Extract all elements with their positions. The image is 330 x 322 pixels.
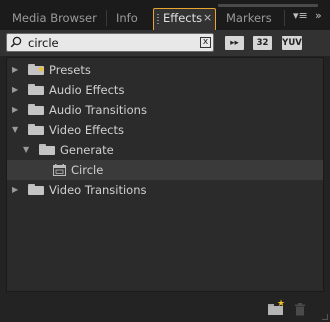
tree-item-label: Video Transitions (49, 183, 147, 197)
tree-item-video-transitions[interactable]: ▶ Video Transitions (7, 180, 323, 200)
tab-grip-icon[interactable] (157, 14, 159, 24)
clear-search-icon[interactable]: x (200, 37, 211, 48)
tab-media-browser[interactable]: Media Browser (12, 8, 97, 28)
tree-item-circle[interactable]: Circle (7, 160, 323, 180)
search-input[interactable] (28, 35, 198, 50)
tree-item-audio-transitions[interactable]: ▶ Audio Transitions (7, 100, 323, 120)
accelerated-effects-filter-button[interactable]: ▸▸ (225, 36, 244, 50)
collapse-arrow-icon[interactable]: ▼ (12, 120, 22, 140)
tree-item-label: Generate (60, 143, 114, 157)
folder-icon (28, 84, 44, 95)
search-toolbar: x ▸▸ 32 YUV (0, 30, 330, 56)
search-field[interactable]: x (6, 33, 214, 52)
tree-item-audio-effects[interactable]: ▶ Audio Effects (7, 80, 323, 100)
folder-icon (39, 144, 55, 155)
effect-icon (53, 164, 66, 176)
tab-markers[interactable]: Markers (226, 8, 272, 28)
tab-divider (284, 10, 285, 26)
folder-icon (28, 104, 44, 115)
expand-arrow-icon[interactable]: ▶ (12, 60, 22, 80)
tree-item-video-effects[interactable]: ▼ Video Effects (7, 120, 323, 140)
tab-scroll-indicator[interactable] (218, 4, 318, 7)
folder-icon (28, 184, 44, 195)
tab-effects[interactable]: Effects × (153, 8, 216, 30)
tab-info[interactable]: Info (116, 8, 138, 28)
panel-footer: ★ (0, 294, 330, 322)
tab-close-icon[interactable]: × (203, 11, 212, 24)
panel-menu-icon[interactable]: ▾≡ (293, 9, 313, 25)
resize-grip-icon[interactable] (322, 314, 328, 320)
more-tabs-icon[interactable]: » (315, 9, 322, 22)
tree-item-label: Presets (49, 63, 91, 77)
yuv-effects-filter-button[interactable]: YUV (282, 36, 302, 50)
effects-tree: ▶ ★ Presets ▶ Audio Effects ▶ Audio Tran… (6, 57, 324, 292)
new-custom-bin-icon[interactable]: ★ (268, 299, 285, 316)
tab-bar: Media Browser Info Effects × Markers ▾≡ … (0, 0, 330, 30)
tree-item-label: Audio Effects (49, 83, 125, 97)
32-bit-effects-filter-button[interactable]: 32 (253, 36, 272, 50)
tab-effects-label: Effects (163, 11, 203, 25)
tree-item-label: Circle (71, 163, 104, 177)
expand-arrow-icon[interactable]: ▶ (12, 180, 22, 200)
tree-item-label: Video Effects (49, 123, 124, 137)
effects-panel: Media Browser Info Effects × Markers ▾≡ … (0, 0, 330, 322)
collapse-arrow-icon[interactable]: ▼ (23, 140, 33, 160)
trash-icon[interactable] (294, 303, 306, 316)
expand-arrow-icon[interactable]: ▶ (12, 100, 22, 120)
expand-arrow-icon[interactable]: ▶ (12, 80, 22, 100)
search-icon (10, 36, 22, 48)
preset-folder-icon: ★ (28, 64, 45, 75)
tree-item-generate[interactable]: ▼ Generate (7, 140, 323, 160)
folder-icon (28, 124, 44, 135)
tree-item-label: Audio Transitions (49, 103, 147, 117)
tree-item-presets[interactable]: ▶ ★ Presets (7, 60, 323, 80)
tab-divider (106, 10, 107, 26)
